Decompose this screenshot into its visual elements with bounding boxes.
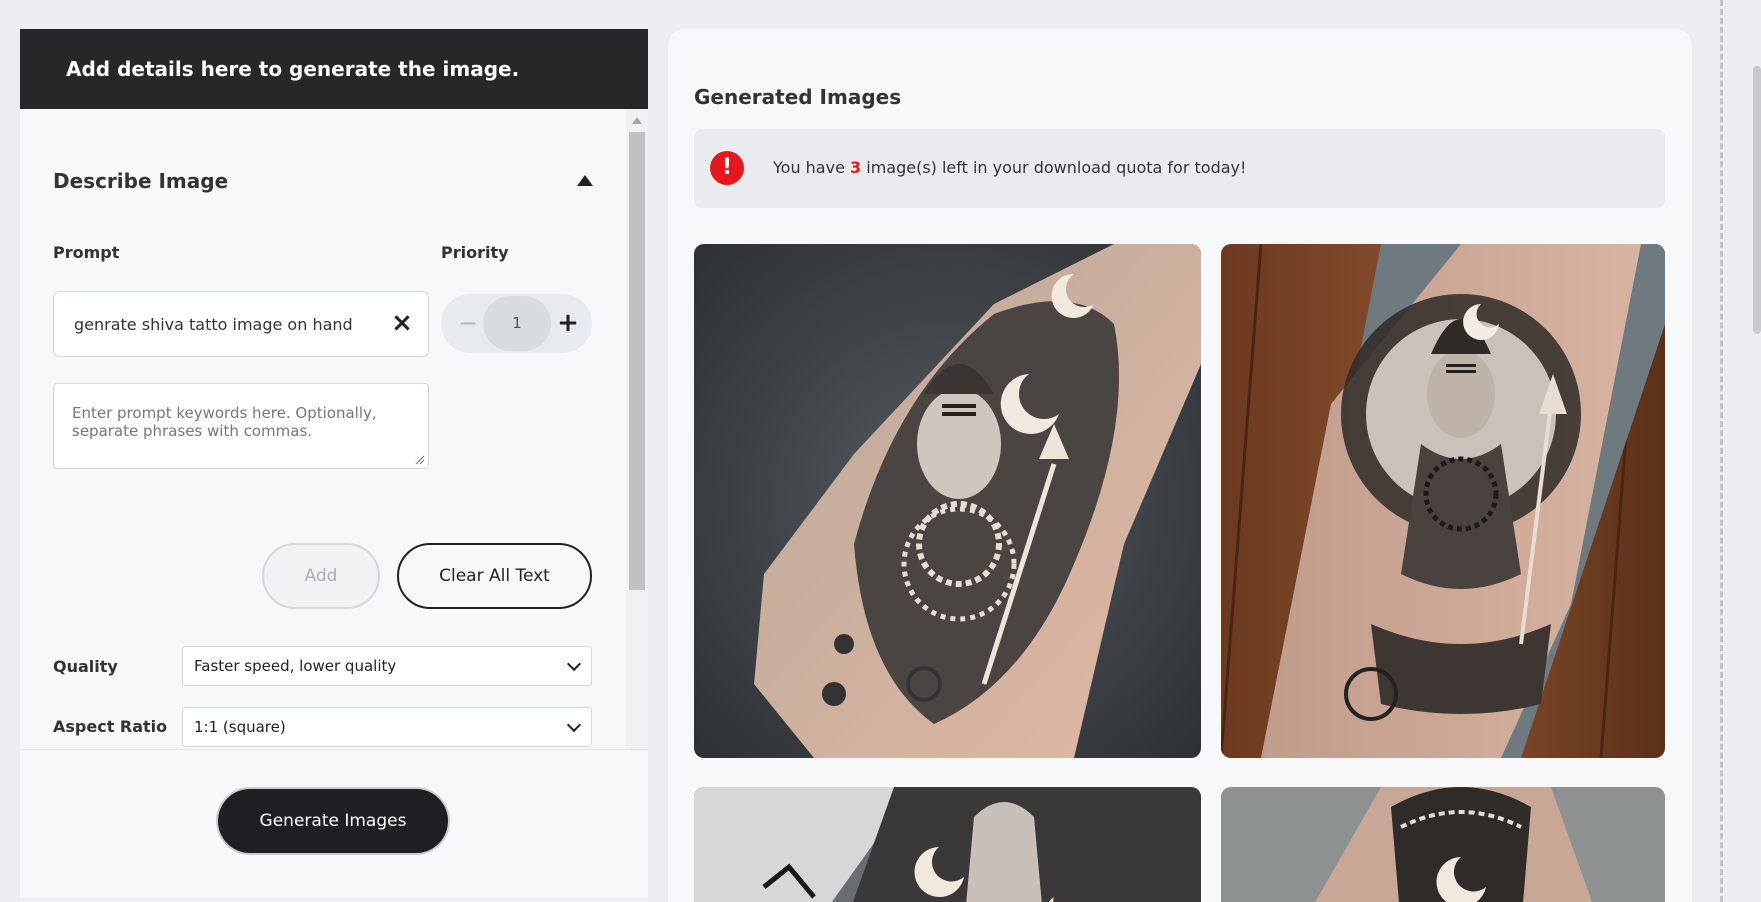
aspect-ratio-label: Aspect Ratio (53, 717, 168, 736)
prompt-chip: genrate shiva tatto image on hand × (53, 291, 429, 357)
tattoo-hand-illustration (694, 244, 1201, 758)
quality-select[interactable]: Faster speed, lower quality (182, 646, 592, 686)
quality-label: Quality (53, 657, 118, 676)
minus-icon[interactable]: − (455, 308, 481, 338)
caret-up-icon[interactable] (577, 175, 593, 186)
quota-prefix: You have (773, 158, 851, 177)
quota-suffix: image(s) left in your download quota for… (861, 158, 1247, 177)
quota-banner: ! You have 3 image(s) left in your downl… (694, 129, 1665, 208)
priority-value[interactable]: 1 (483, 296, 551, 351)
aspect-ratio-select[interactable]: 1:1 (square) (182, 707, 592, 747)
close-icon[interactable]: × (390, 310, 414, 336)
generator-form-panel: Add details here to generate the image. … (20, 29, 648, 898)
quota-message: You have 3 image(s) left in your downloa… (773, 158, 1246, 177)
generated-image-3[interactable] (694, 787, 1201, 902)
form-scrollbar[interactable] (626, 109, 648, 779)
form-header: Add details here to generate the image. (20, 29, 648, 109)
prompt-label: Prompt (53, 243, 120, 262)
chevron-down-icon (566, 717, 582, 733)
generated-image-2[interactable] (1221, 244, 1665, 758)
tattoo-partial-illustration (1221, 787, 1665, 902)
alert-circle-icon: ! (710, 151, 744, 185)
add-button[interactable]: Add (262, 543, 380, 609)
describe-image-title: Describe Image (53, 169, 229, 193)
generated-image-4[interactable] (1221, 787, 1665, 902)
priority-label: Priority (441, 243, 509, 262)
chevron-down-icon (566, 656, 582, 672)
scroll-thumb[interactable] (629, 132, 645, 590)
quota-count: 3 (850, 158, 862, 177)
tattoo-arm-illustration (1221, 244, 1665, 758)
form-scroll-area: Describe Image Prompt Priority genrate s… (20, 109, 648, 779)
page-scrollbar-thumb[interactable] (1753, 66, 1761, 334)
generated-images-title: Generated Images (694, 85, 902, 109)
prompt-keywords-input[interactable] (53, 383, 429, 469)
form-footer: Generate Images (20, 749, 648, 898)
scroll-up-icon[interactable] (632, 117, 642, 124)
clear-all-text-button[interactable]: Clear All Text (397, 543, 592, 609)
generated-image-1[interactable] (694, 244, 1201, 758)
resize-handle-icon[interactable] (415, 455, 425, 465)
quality-value: Faster speed, lower quality (194, 657, 397, 675)
aspect-ratio-value: 1:1 (square) (194, 718, 286, 736)
plus-icon[interactable]: + (555, 308, 581, 338)
tattoo-partial-illustration (694, 787, 1201, 902)
generate-images-button[interactable]: Generate Images (218, 789, 448, 853)
generated-images-panel: Generated Images ! You have 3 image(s) l… (668, 29, 1692, 902)
prompt-chip-text: genrate shiva tatto image on hand (74, 314, 353, 334)
priority-stepper: − 1 + (441, 294, 592, 353)
dashed-divider (1720, 0, 1723, 902)
